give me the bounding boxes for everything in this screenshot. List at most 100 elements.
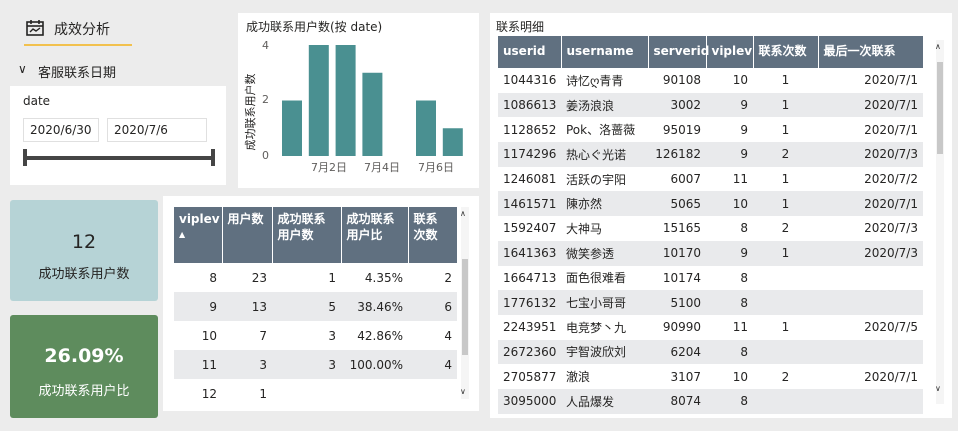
vip-col-header[interactable]: 成功联系 用户比 bbox=[341, 207, 409, 263]
table-cell: 90108 bbox=[662, 73, 701, 88]
table-row[interactable]: 1128652 Pok、洛蔷薇 95019 9 1 2020/7/1 bbox=[498, 117, 923, 142]
table-cell: 宇智波欣刘 bbox=[561, 339, 648, 365]
vip-col-header[interactable]: viplev ▲ bbox=[174, 207, 223, 263]
table-cell bbox=[818, 290, 923, 315]
table-cell: 姜汤浪浪 bbox=[561, 92, 648, 118]
vip-col-header[interactable]: 联系 次数 bbox=[408, 207, 458, 263]
table-cell: 3002 bbox=[648, 92, 706, 118]
detail-col-header[interactable]: userid bbox=[498, 36, 562, 68]
table-cell: 3107 bbox=[670, 369, 701, 384]
detail-col-header[interactable]: serverid bbox=[648, 36, 709, 68]
scroll-thumb[interactable] bbox=[462, 259, 468, 355]
table-row[interactable]: 10 7 3 42.86% 4 bbox=[174, 321, 457, 350]
detail-col-header[interactable]: 联系次数 bbox=[753, 36, 819, 68]
table-cell: 3095000 bbox=[498, 388, 561, 414]
kpi-label: 成功联系用户数 bbox=[38, 267, 130, 282]
bar-2020/7/5[interactable] bbox=[416, 100, 436, 157]
detail-col-header[interactable]: username bbox=[561, 36, 649, 68]
vip-col-header[interactable]: 用户数 bbox=[222, 207, 273, 263]
tab-active-underline bbox=[24, 44, 132, 46]
bar-2020/7/2[interactable] bbox=[335, 45, 356, 156]
viplev-summary-table: viplev ▲ 用户数 成功联系 用户数 成功联系 用户比 联系 次数 8 23 1 4.35% 2 9… bbox=[163, 196, 479, 411]
table-row[interactable]: 3095000 人品爆发 8074 8 bbox=[498, 388, 923, 414]
slicer-title: 客服联系日期 bbox=[38, 66, 117, 81]
vip-table-scrollbar[interactable]: ∧ ∨ bbox=[460, 207, 469, 399]
table-cell: 1776132 bbox=[498, 290, 561, 315]
slider-end-handle[interactable] bbox=[211, 149, 215, 166]
table-cell: 8 bbox=[740, 270, 748, 285]
table-cell bbox=[408, 379, 457, 408]
table-cell: 电竞梦丶九 bbox=[566, 320, 627, 335]
table-cell: 1 bbox=[259, 386, 267, 401]
table-cell: 2 bbox=[444, 270, 452, 285]
detail-col-header[interactable]: viplev bbox=[706, 36, 754, 68]
slider-start-handle[interactable] bbox=[23, 149, 27, 166]
bar-2020/7/3[interactable] bbox=[362, 72, 383, 156]
header-text: 成功联系 bbox=[346, 212, 395, 226]
table-cell: 2705877 bbox=[503, 369, 557, 384]
table-row[interactable]: 9 13 5 38.46% 6 bbox=[174, 292, 457, 321]
scroll-up-icon[interactable]: ∧ bbox=[935, 42, 941, 51]
table-cell: 2 bbox=[781, 369, 790, 384]
table-row[interactable]: 1086613 姜汤浪浪 3002 9 1 2020/7/1 bbox=[498, 92, 923, 118]
detail-col-header[interactable]: 最后一次联系 bbox=[818, 36, 924, 68]
scroll-up-icon[interactable]: ∧ bbox=[460, 209, 466, 218]
x-tick-jul6: 7月6日 bbox=[418, 161, 454, 174]
table-row[interactable]: 1592407 大神马 15165 8 2 2020/7/3 bbox=[498, 216, 923, 241]
x-tick-jul4: 7月4日 bbox=[364, 161, 400, 174]
table-cell: 42.86% bbox=[357, 328, 403, 343]
table-cell: 微笑参透 bbox=[561, 240, 648, 266]
table-cell: 10 bbox=[732, 73, 748, 88]
date-slicer-header[interactable]: ∨ 客服联系日期 bbox=[16, 60, 216, 81]
table-cell: 2020/7/1 bbox=[864, 122, 918, 137]
scroll-down-icon[interactable]: ∨ bbox=[460, 387, 466, 396]
table-cell: 2020/7/1 bbox=[864, 369, 918, 384]
table-cell bbox=[818, 266, 923, 291]
bar-2020/7/1[interactable] bbox=[308, 45, 329, 156]
table-row[interactable]: 11 3 3 100.00% 4 bbox=[174, 350, 457, 379]
table-cell: 1086613 bbox=[498, 92, 561, 118]
scroll-thumb[interactable] bbox=[937, 62, 943, 154]
slicer-field-name: date bbox=[23, 94, 51, 108]
header-text: 成功联系 bbox=[277, 212, 326, 226]
start-date-input[interactable]: 2020/6/30 bbox=[23, 118, 99, 142]
header-text: 用户数 bbox=[227, 212, 264, 226]
table-row[interactable]: 1246081 活跃の宇阳 6007 11 1 2020/7/2 bbox=[498, 167, 923, 192]
slider-track[interactable] bbox=[24, 156, 214, 160]
tab-label: 成效分析 bbox=[54, 22, 110, 38]
table-row[interactable]: 8 23 1 4.35% 2 bbox=[174, 263, 457, 292]
table-cell: 1592407 bbox=[503, 221, 557, 236]
scroll-down-icon[interactable]: ∨ bbox=[935, 384, 941, 393]
vip-col-header[interactable]: 成功联系 用户数 bbox=[272, 207, 342, 263]
table-row[interactable]: 12 1 bbox=[174, 379, 457, 408]
table-row[interactable]: 2672360 宇智波欣刘 6204 8 bbox=[498, 339, 923, 365]
table-cell: 4 bbox=[444, 328, 452, 343]
sort-asc-icon: ▲ bbox=[179, 230, 186, 239]
table-cell: 4.35% bbox=[364, 270, 403, 285]
end-date-input[interactable]: 2020/7/6 bbox=[107, 118, 207, 142]
table-cell: 热心ぐ光诺 bbox=[561, 142, 648, 167]
table-cell: 1 bbox=[753, 92, 818, 118]
table-cell bbox=[818, 339, 923, 365]
table-cell: 1461571 bbox=[498, 191, 561, 217]
table-cell: 5065 bbox=[648, 191, 706, 217]
table-cell: 4 bbox=[408, 350, 457, 379]
chevron-down-icon[interactable]: ∨ bbox=[18, 62, 27, 76]
bar-2020/6/30[interactable] bbox=[282, 100, 302, 157]
detail-table-scrollbar[interactable]: ∧ ∨ bbox=[935, 40, 944, 404]
table-cell: 1 bbox=[781, 320, 790, 335]
tab-performance-analysis[interactable]: 成效分析 bbox=[24, 18, 132, 46]
table-cell: 2 bbox=[753, 142, 818, 167]
table-row[interactable]: 1776132 七宝小哥哥 5100 8 bbox=[498, 290, 923, 315]
table-cell: 15165 bbox=[662, 221, 701, 236]
table-row[interactable]: 2243951 电竞梦丶九 90990 11 1 2020/7/5 bbox=[498, 315, 923, 340]
table-row[interactable]: 1664713 面色很难看 10174 8 bbox=[498, 266, 923, 291]
table-row[interactable]: 1461571 陳亦然 5065 10 1 2020/7/1 bbox=[498, 191, 923, 217]
table-cell: 1246081 bbox=[503, 172, 557, 187]
bar-2020/7/6[interactable] bbox=[442, 128, 463, 156]
table-row[interactable]: 1044316 诗忆ღ青青 90108 10 1 2020/7/1 bbox=[498, 68, 923, 93]
table-cell: 10 bbox=[201, 328, 217, 343]
table-row[interactable]: 2705877 澈浪 3107 10 2 2020/7/1 bbox=[498, 364, 923, 389]
table-row[interactable]: 1641363 微笑参透 10170 9 1 2020/7/3 bbox=[498, 240, 923, 266]
table-row[interactable]: 1174296 热心ぐ光诺 126182 9 2 2020/7/3 bbox=[498, 142, 923, 167]
